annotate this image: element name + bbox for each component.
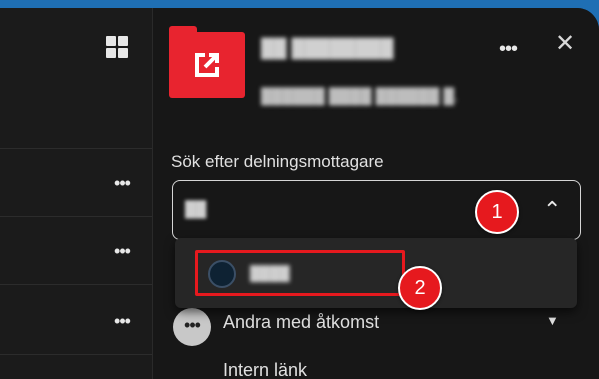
- row-divider: [0, 148, 152, 149]
- more-options-button[interactable]: •••: [499, 38, 518, 61]
- close-icon[interactable]: ✕: [555, 32, 575, 56]
- share-panel: ██ ████████ ██████ ████ ██████ █. ••• ✕ …: [153, 8, 599, 379]
- avatar: [208, 260, 236, 288]
- row-more-button[interactable]: •••: [110, 312, 134, 330]
- annotation-badge-1: 1: [475, 190, 519, 234]
- shared-folder-icon: [169, 26, 245, 98]
- internal-link-label[interactable]: Intern länk: [223, 360, 307, 379]
- row-divider: [0, 216, 152, 217]
- row-more-button[interactable]: •••: [110, 242, 134, 260]
- search-value: ██: [185, 201, 207, 218]
- result-name: ████: [250, 265, 290, 281]
- row-divider: [0, 354, 152, 355]
- item-title: ██ ████████: [261, 38, 394, 58]
- others-access-icon: •••: [173, 308, 211, 346]
- share-search-label: Sök efter delningsmottagare: [171, 152, 384, 171]
- file-list-panel: ••• ••• •••: [0, 8, 153, 379]
- search-result-item[interactable]: ████: [195, 250, 405, 296]
- recipient-search-input[interactable]: ██ ⌃: [172, 180, 581, 240]
- annotation-badge-2: 2: [398, 266, 442, 310]
- others-access-label[interactable]: Andra med åtkomst: [223, 312, 379, 333]
- item-subtitle: ██████ ████ ██████ █.: [261, 88, 459, 105]
- row-divider: [0, 284, 152, 285]
- chevron-down-icon[interactable]: ▼: [546, 313, 559, 328]
- grid-view-icon[interactable]: [106, 36, 128, 58]
- chevron-up-icon[interactable]: ⌃: [543, 197, 561, 223]
- row-more-button[interactable]: •••: [110, 174, 134, 192]
- app-window: ••• ••• ••• ██ ████████ ██████ ████ ████…: [0, 8, 599, 379]
